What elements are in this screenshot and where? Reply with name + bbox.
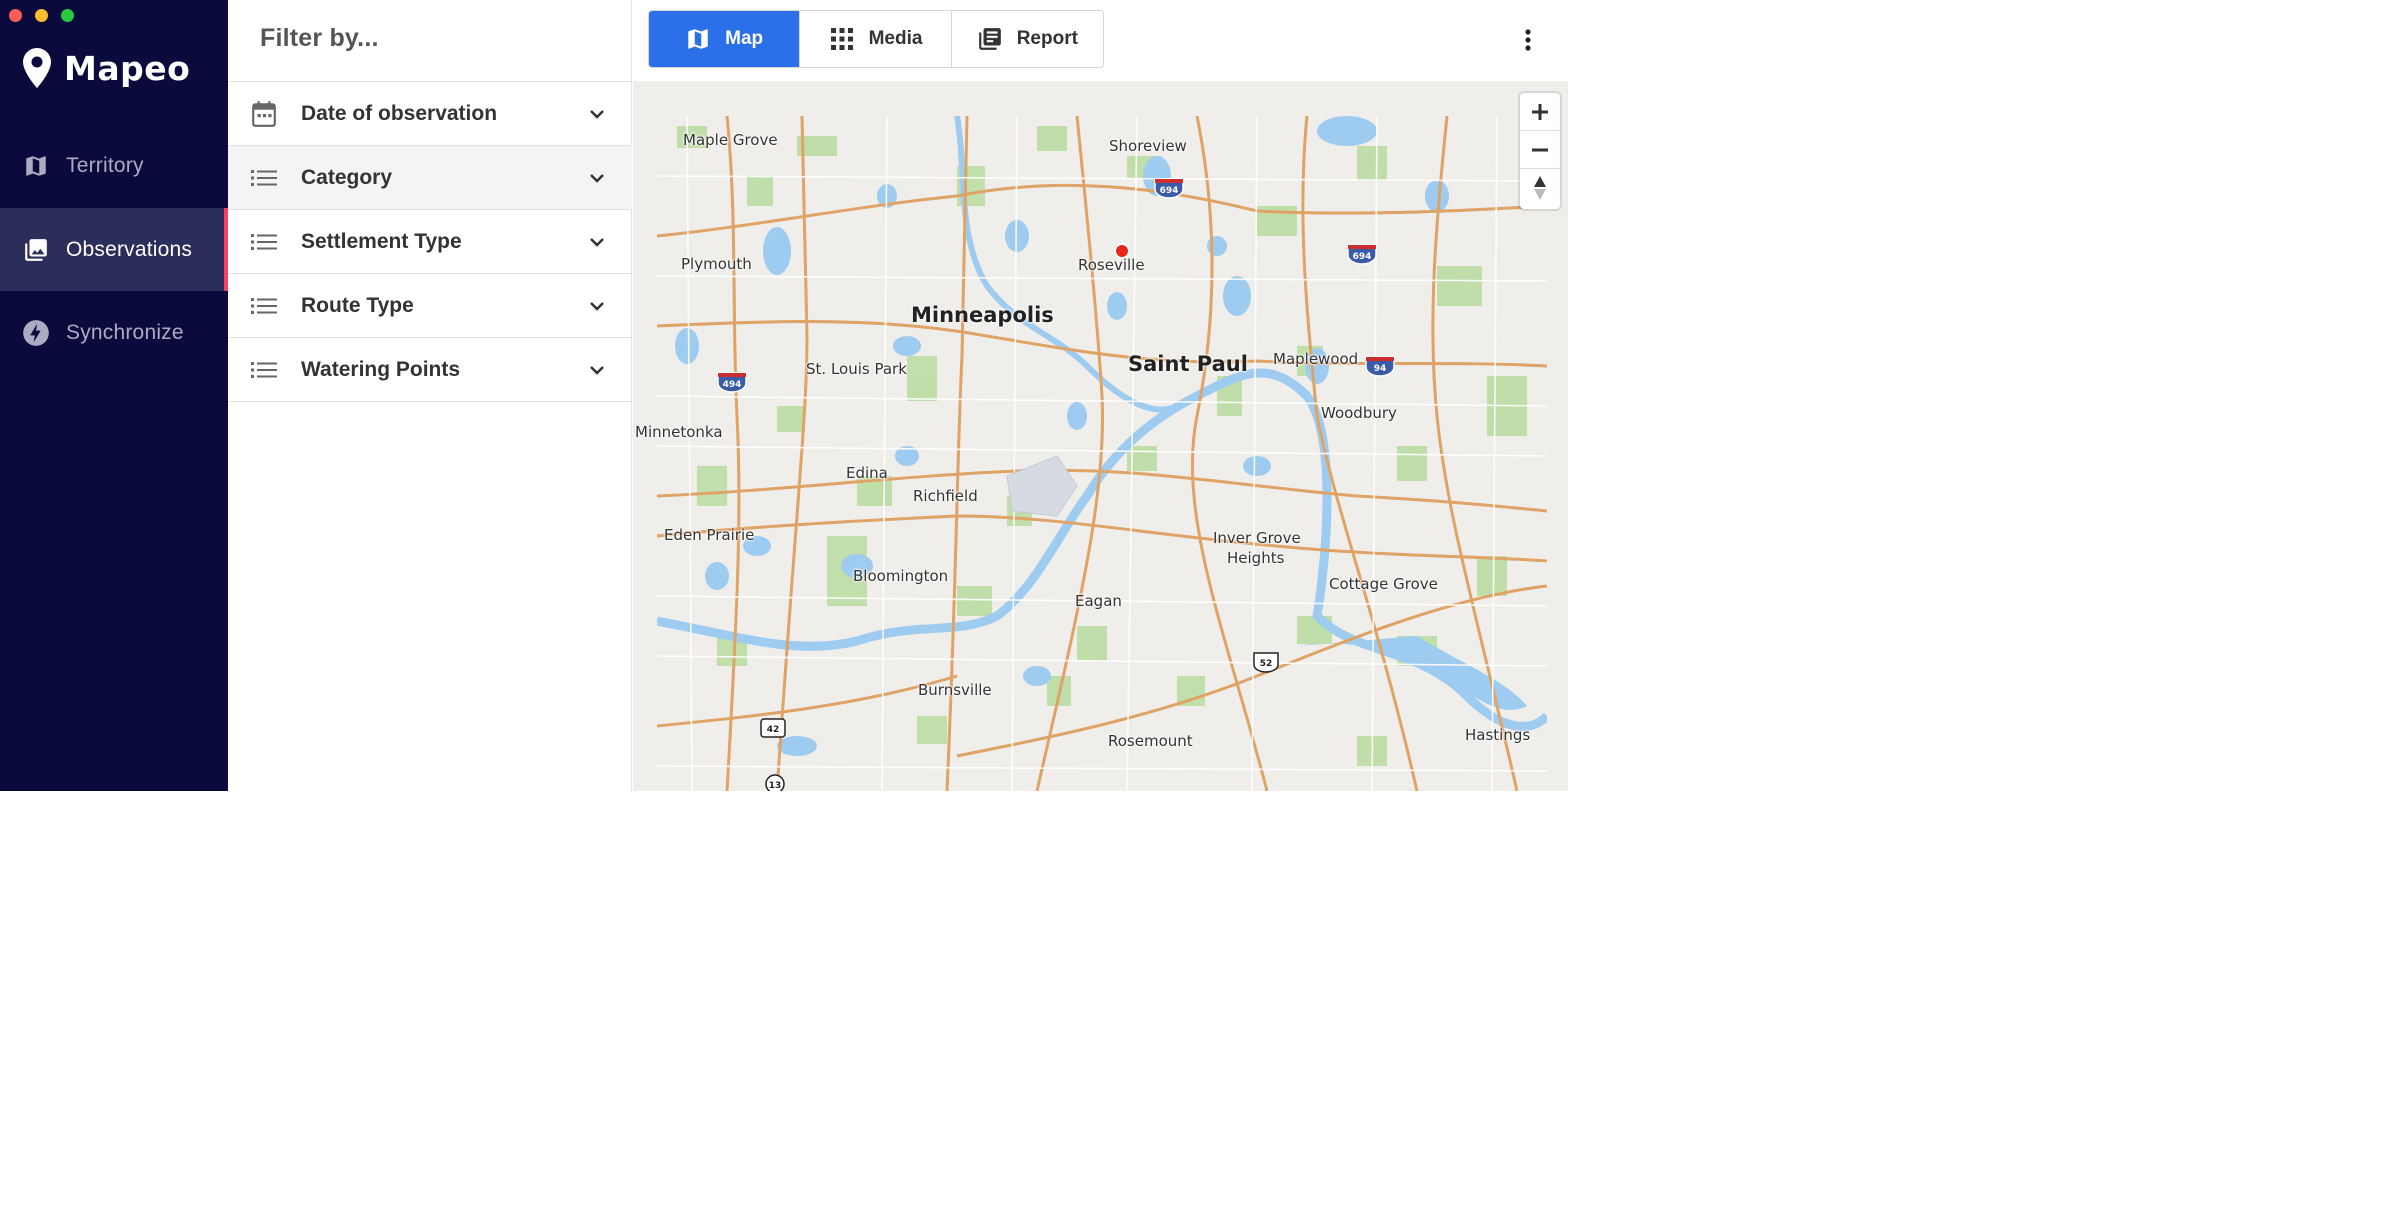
chevron-down-icon <box>590 173 604 183</box>
map-canvas[interactable] <box>657 116 1547 791</box>
map-icon <box>685 26 711 52</box>
zoom-out-button[interactable] <box>1520 131 1560 169</box>
shield-number: 694 <box>1353 252 1372 262</box>
list-icon <box>250 228 278 256</box>
shield-number: 42 <box>767 725 780 735</box>
sidebar-item-label: Observations <box>66 237 193 261</box>
place-label: Woodbury <box>1321 404 1397 422</box>
tab-label: Report <box>1016 28 1078 49</box>
county-road-shield-icon: 42 <box>760 718 786 738</box>
filter-label: Route Type <box>301 293 414 317</box>
shield-number: 52 <box>1260 659 1273 669</box>
filter-label: Settlement Type <box>301 229 462 253</box>
filter-label: Category <box>301 165 393 189</box>
map-icon <box>22 152 50 180</box>
place-label: Eagan <box>1075 592 1122 610</box>
shield-number: 494 <box>723 380 742 390</box>
sidebar-item-observations[interactable]: Observations <box>0 208 228 291</box>
more-vert-icon <box>1525 29 1531 51</box>
view-toolbar: Map Media Report <box>632 0 1568 81</box>
tab-label: Media <box>868 28 923 49</box>
place-label: Hastings <box>1465 726 1531 744</box>
chevron-down-icon <box>590 365 604 375</box>
sidebar: Mapeo Territory Observations Synchronize <box>0 0 228 791</box>
place-label: Eden Prairie <box>664 526 755 544</box>
compass-button[interactable] <box>1520 169 1560 207</box>
app-logo: Mapeo <box>22 46 190 90</box>
map-zoom-controls <box>1520 93 1560 209</box>
place-label: Minneapolis <box>911 303 1054 327</box>
sidebar-item-synchronize[interactable]: Synchronize <box>0 291 228 374</box>
place-label: Burnsville <box>918 681 992 699</box>
minus-icon <box>1532 148 1548 151</box>
place-label: Roseville <box>1078 256 1145 274</box>
place-label: Minnetonka <box>635 423 723 441</box>
place-label: St. Louis Park <box>806 360 907 378</box>
app-name: Mapeo <box>64 48 191 88</box>
grid-icon <box>829 26 855 52</box>
chevron-down-icon <box>590 301 604 311</box>
calendar-icon <box>250 100 278 128</box>
compass-icon <box>1534 176 1546 200</box>
map-view[interactable]: Maple Grove Shoreview Plymouth Roseville… <box>633 81 1568 791</box>
list-icon <box>250 292 278 320</box>
list-icon <box>250 164 278 192</box>
place-label: Maple Grove <box>683 131 778 149</box>
tab-map[interactable]: Map <box>649 11 801 67</box>
place-label: Heights <box>1227 549 1285 567</box>
shield-number: 94 <box>1374 364 1387 374</box>
window-close-button[interactable] <box>9 9 22 22</box>
interstate-shield-icon: 694 <box>1347 244 1377 265</box>
filter-settlement-type[interactable]: Settlement Type <box>228 210 632 274</box>
tab-report[interactable]: Report <box>951 11 1103 67</box>
interstate-shield-icon: 694 <box>1154 178 1184 199</box>
filter-watering-points[interactable]: Watering Points <box>228 338 632 402</box>
chevron-down-icon <box>590 109 604 119</box>
shield-number: 13 <box>769 781 782 791</box>
place-label: Rosemount <box>1108 732 1193 750</box>
sidebar-item-label: Territory <box>66 153 144 177</box>
shield-number: 694 <box>1160 186 1179 196</box>
zoom-in-button[interactable] <box>1520 93 1560 131</box>
place-label: Inver Grove <box>1213 529 1301 547</box>
place-label: Bloomington <box>853 567 949 585</box>
report-icon <box>977 26 1003 52</box>
sidebar-item-territory[interactable]: Territory <box>0 124 228 207</box>
place-label: Saint Paul <box>1128 352 1248 376</box>
chevron-down-icon <box>590 237 604 247</box>
more-options-button[interactable] <box>1516 26 1540 54</box>
place-label: Cottage Grove <box>1329 575 1438 593</box>
place-label: Maplewood <box>1273 350 1359 368</box>
filter-category[interactable]: Category <box>228 146 632 210</box>
place-label: Plymouth <box>681 255 752 273</box>
window-minimize-button[interactable] <box>35 9 48 22</box>
us-route-shield-icon: 52 <box>1253 652 1279 673</box>
plus-icon <box>1532 103 1548 120</box>
us-route-shield-icon: 13 <box>765 774 785 791</box>
interstate-shield-icon: 94 <box>1365 356 1395 377</box>
filter-route-type[interactable]: Route Type <box>228 274 632 338</box>
flash-icon <box>22 319 50 347</box>
sidebar-item-label: Synchronize <box>66 320 184 344</box>
filter-label: Date of observation <box>301 101 498 125</box>
filter-title: Filter by... <box>260 24 379 52</box>
photo-library-icon <box>22 236 50 264</box>
place-label: Shoreview <box>1109 137 1187 155</box>
filter-panel: Filter by... Date of observation Categor… <box>228 0 632 791</box>
list-icon <box>250 356 278 384</box>
filter-date-of-observation[interactable]: Date of observation <box>228 82 632 146</box>
tab-label: Map <box>725 28 764 49</box>
window-maximize-button[interactable] <box>61 9 74 22</box>
interstate-shield-icon: 494 <box>717 372 747 393</box>
filter-label: Watering Points <box>301 357 461 381</box>
view-switcher: Map Media Report <box>648 10 1104 68</box>
tab-media[interactable]: Media <box>800 11 952 67</box>
place-label: Richfield <box>913 487 978 505</box>
location-pin-icon <box>23 48 51 88</box>
place-label: Edina <box>846 464 888 482</box>
